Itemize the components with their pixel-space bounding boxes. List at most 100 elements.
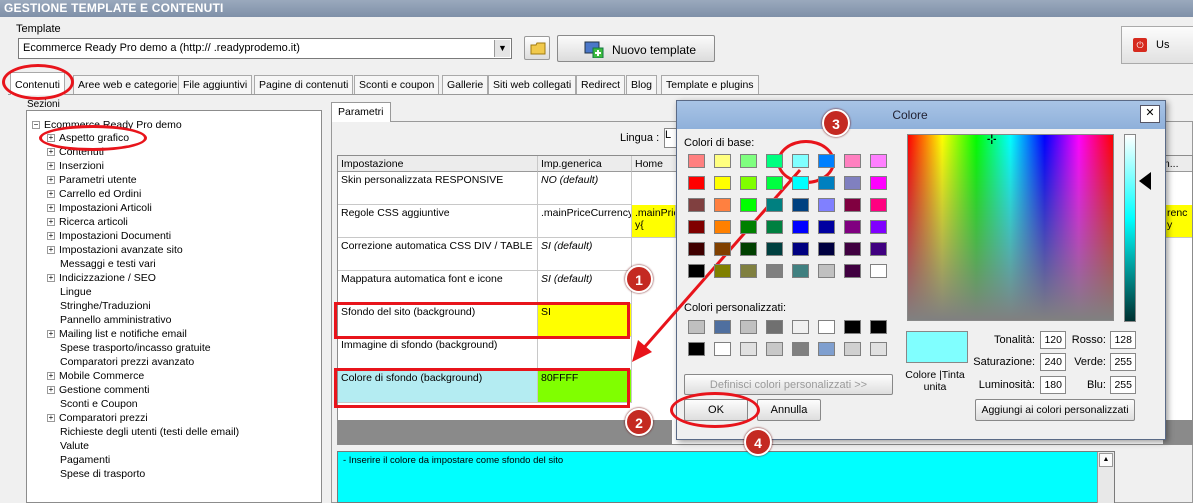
tree-item[interactable]: Messaggi e testi vari <box>60 258 156 270</box>
color-swatch[interactable] <box>688 342 705 356</box>
color-swatch[interactable] <box>714 320 731 334</box>
color-swatch[interactable] <box>844 198 861 212</box>
color-swatch[interactable] <box>688 176 705 190</box>
setting-value[interactable]: NO (default) <box>538 172 632 205</box>
tree-item[interactable]: + Indicizzazione / SEO <box>47 272 156 284</box>
color-spectrum[interactable] <box>907 134 1114 321</box>
tree-item[interactable]: Spese di trasporto <box>60 468 145 480</box>
color-swatch[interactable] <box>688 242 705 256</box>
color-swatch[interactable] <box>714 154 731 168</box>
color-swatch[interactable] <box>766 264 783 278</box>
collapse-icon[interactable]: − <box>32 121 40 130</box>
color-swatch[interactable] <box>792 242 809 256</box>
color-swatch[interactable] <box>792 154 809 168</box>
setting-value[interactable] <box>538 337 632 370</box>
blue-input[interactable]: 255 <box>1110 376 1136 394</box>
saturation-input[interactable]: 240 <box>1040 353 1066 371</box>
color-swatch[interactable] <box>766 154 783 168</box>
color-swatch[interactable] <box>714 220 731 234</box>
tree-item[interactable]: + Inserzioni <box>47 160 104 172</box>
tab-pagine-contenuti[interactable]: Pagine di contenuti <box>254 75 354 94</box>
tree-item[interactable]: + Comparatori prezzi <box>47 412 148 424</box>
color-swatch[interactable] <box>688 264 705 278</box>
tree-item[interactable]: + Carrello ed Ordini <box>47 188 141 200</box>
tree-item[interactable]: Comparatori prezzi avanzato <box>60 356 194 368</box>
color-swatch[interactable] <box>870 154 887 168</box>
tab-gallerie[interactable]: Gallerie <box>442 75 489 94</box>
color-swatch[interactable] <box>818 342 835 356</box>
tree-item[interactable]: Stringhe/Traduzioni <box>60 300 151 312</box>
color-swatch[interactable] <box>740 264 757 278</box>
color-swatch[interactable] <box>766 176 783 190</box>
color-swatch[interactable] <box>870 320 887 334</box>
color-swatch[interactable] <box>740 242 757 256</box>
cancel-button[interactable]: Annulla <box>757 399 821 421</box>
add-custom-color-button[interactable]: Aggiungi ai colori personalizzati <box>975 399 1135 421</box>
tab-sconti-coupon[interactable]: Sconti e coupon <box>354 75 440 94</box>
color-swatch[interactable] <box>714 342 731 356</box>
luminosity-slider[interactable] <box>1124 134 1136 322</box>
color-swatch[interactable] <box>844 154 861 168</box>
color-swatch[interactable] <box>792 176 809 190</box>
tree-item[interactable]: Spese trasporto/incasso gratuite <box>60 342 211 354</box>
tree-item[interactable]: + Gestione commenti <box>47 384 149 396</box>
tree-item[interactable]: + Mobile Commerce <box>47 370 144 382</box>
color-swatch[interactable] <box>844 176 861 190</box>
color-swatch[interactable] <box>870 176 887 190</box>
description-scrollbar[interactable]: ▲ <box>1097 452 1114 503</box>
color-swatch[interactable] <box>740 154 757 168</box>
color-swatch[interactable] <box>844 264 861 278</box>
color-swatch[interactable] <box>740 176 757 190</box>
color-swatch[interactable] <box>766 242 783 256</box>
new-template-button[interactable]: Nuovo template <box>557 35 715 62</box>
expand-icon[interactable]: + <box>47 190 55 199</box>
color-swatch[interactable] <box>688 198 705 212</box>
tree-item[interactable]: Sconti e Coupon <box>60 398 138 410</box>
green-input[interactable]: 255 <box>1110 353 1136 371</box>
tree-item[interactable]: + Mailing list e notifiche email <box>47 328 187 340</box>
color-swatch[interactable] <box>844 342 861 356</box>
color-swatch[interactable] <box>870 242 887 256</box>
color-swatch[interactable] <box>818 154 835 168</box>
color-swatch[interactable] <box>870 342 887 356</box>
expand-icon[interactable]: + <box>47 148 55 157</box>
tree-item[interactable]: + Ricerca articoli <box>47 216 128 228</box>
tree-item[interactable]: Valute <box>60 440 89 452</box>
expand-icon[interactable]: + <box>47 386 55 395</box>
color-swatch[interactable] <box>844 242 861 256</box>
red-input[interactable]: 128 <box>1110 331 1136 349</box>
tab-template-plugins[interactable]: Template e plugins <box>661 75 759 94</box>
tab-aree-web[interactable]: Aree web e categorie <box>73 75 183 94</box>
color-swatch[interactable] <box>740 342 757 356</box>
color-swatch[interactable] <box>714 176 731 190</box>
expand-icon[interactable]: + <box>47 274 55 283</box>
tree-item[interactable]: + Impostazioni Articoli <box>47 202 152 214</box>
expand-icon[interactable]: + <box>47 246 55 255</box>
color-swatch[interactable] <box>766 220 783 234</box>
tree-item[interactable]: Lingue <box>60 286 92 298</box>
color-swatch[interactable] <box>870 198 887 212</box>
color-swatch[interactable] <box>766 198 783 212</box>
tree-item[interactable]: + Impostazioni avanzate sito <box>47 244 183 256</box>
color-swatch[interactable] <box>766 320 783 334</box>
chevron-down-icon[interactable]: ▼ <box>494 40 510 57</box>
tree-item[interactable]: Richieste degli utenti (testi delle emai… <box>60 426 239 438</box>
luminosity-input[interactable]: 180 <box>1040 376 1066 394</box>
color-swatch[interactable] <box>870 220 887 234</box>
color-swatch[interactable] <box>714 242 731 256</box>
color-swatch[interactable] <box>818 264 835 278</box>
section-tree[interactable]: − Ecommerce Ready Pro demo + Aspetto grafi… <box>26 110 322 503</box>
expand-icon[interactable]: + <box>47 162 55 171</box>
setting-value[interactable]: SI (default) <box>538 271 632 304</box>
expand-icon[interactable]: + <box>47 204 55 213</box>
color-swatch[interactable] <box>688 320 705 334</box>
color-swatch[interactable] <box>740 198 757 212</box>
color-swatch[interactable] <box>844 320 861 334</box>
expand-icon[interactable]: + <box>47 330 55 339</box>
tree-item[interactable]: + Parametri utente <box>47 174 137 186</box>
hue-input[interactable]: 120 <box>1040 331 1066 349</box>
color-swatch[interactable] <box>818 220 835 234</box>
tab-blog[interactable]: Blog <box>626 75 658 94</box>
setting-value[interactable]: SI (default) <box>538 238 632 271</box>
color-swatch[interactable] <box>844 220 861 234</box>
